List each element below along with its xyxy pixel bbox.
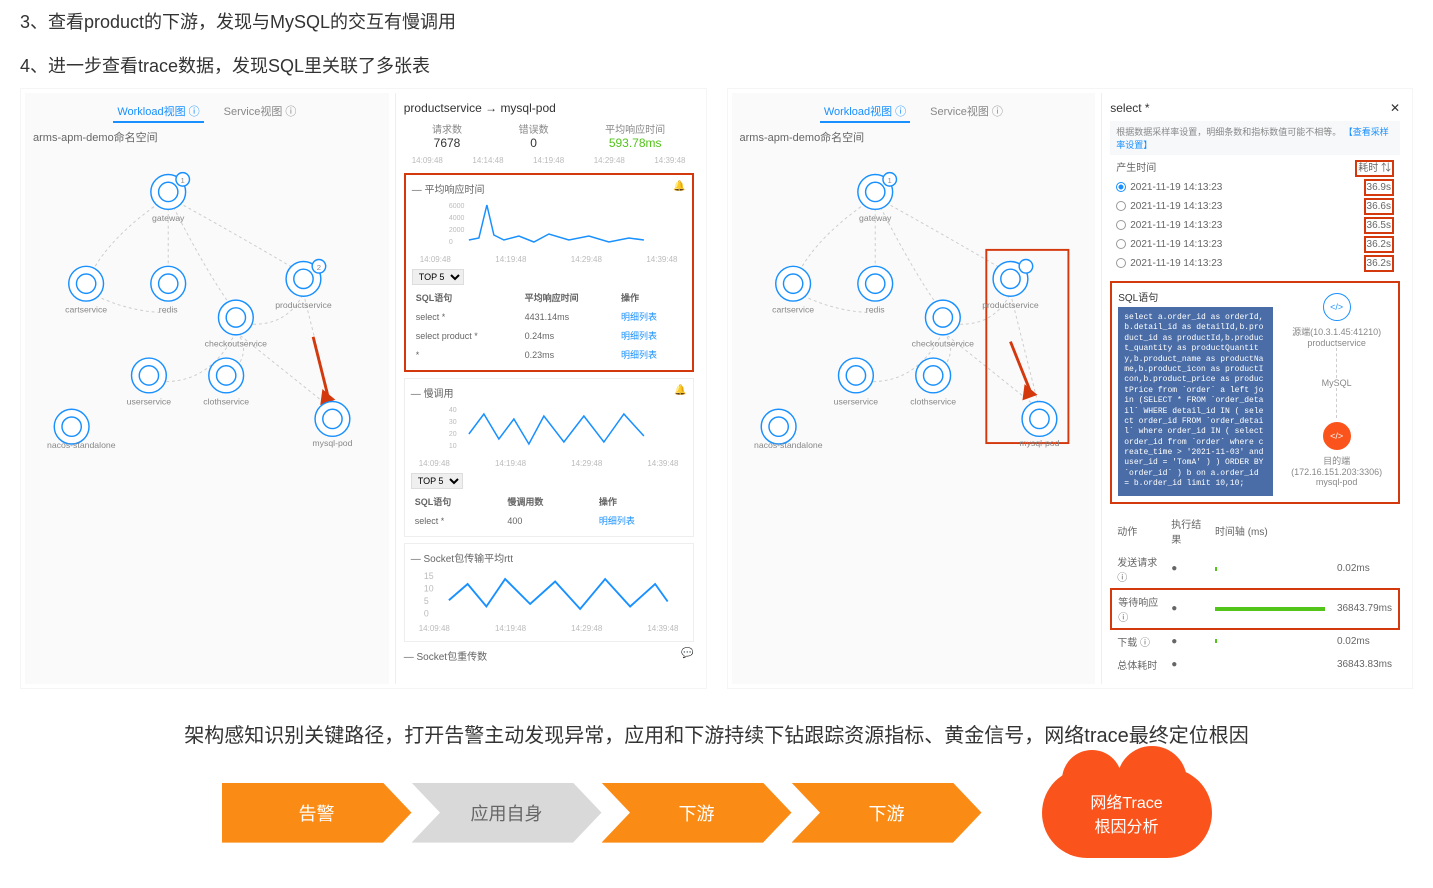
topology-panel-2: Workload视图 ⓘ Service视图 ⓘ arms-apm-demo命名… (732, 93, 1096, 684)
dashboard-4: Workload视图 ⓘ Service视图 ⓘ arms-apm-demo命名… (727, 88, 1414, 689)
sql-block: SQL语句 select a.order_id as orderId,b.det… (1110, 281, 1400, 504)
trace-title: select * (1110, 101, 1149, 115)
slow-section: — 慢调用🔔 40302010 14:09:4814:19:4814:29:48… (404, 378, 694, 537)
svg-text:mysql-pod: mysql-pod (1019, 438, 1059, 448)
trace-panel: select * ✕ 根据数据采样率设置，明细条数和指标数值可能不相等。 【查看采… (1101, 93, 1408, 684)
title-4: 4、进一步查看trace数据，发现SQL里关联了多张表 (20, 52, 708, 78)
sql-code: select a.order_id as orderId,b.detail_id… (1118, 307, 1273, 496)
svg-text:userservice: userservice (833, 396, 878, 406)
tab-workload-2[interactable]: Workload视图 ⓘ (820, 101, 910, 123)
svg-text:cartservice: cartservice (65, 305, 107, 315)
svg-text:checkoutservice: checkoutservice (205, 338, 267, 348)
svg-text:gateway: gateway (859, 213, 892, 223)
namespace-label: arms-apm-demo命名空间 (33, 129, 381, 145)
avg-rt-section: — 平均响应时间🔔 6000400020000 14:09:4814:19:48… (404, 173, 694, 372)
trace-diagram: </> 源端(10.3.1.45:41210)productservice My… (1281, 289, 1392, 496)
svg-text:0: 0 (424, 609, 429, 619)
svg-text:1: 1 (181, 176, 185, 185)
trace-note: 根据数据采样率设置，明细条数和指标数值可能不相等。 【查看采样率设置】 (1110, 121, 1400, 155)
trace-row[interactable]: 2021-11-19 14:13:2336.2s (1110, 254, 1400, 273)
code-icon: </> (1323, 422, 1351, 450)
tab-service-2[interactable]: Service视图 ⓘ (926, 101, 1007, 123)
svg-text:cartservice: cartservice (772, 305, 814, 315)
bell-icon[interactable]: 🔔 (673, 181, 685, 196)
svg-text:4000: 4000 (449, 215, 465, 222)
chevron-downstream-1: 下游 (602, 783, 792, 843)
svg-text:gateway: gateway (152, 213, 185, 223)
svg-text:clothservice: clothservice (910, 396, 956, 406)
flow-chevrons: 告警 应用自身 下游 下游 网络Trace 根因分析 (40, 768, 1393, 858)
svg-text:2: 2 (317, 263, 321, 272)
top5-select[interactable]: TOP 5 (412, 269, 464, 285)
close-icon[interactable]: ✕ (1390, 101, 1400, 115)
svg-text:userservice: userservice (127, 396, 172, 406)
tab-workload[interactable]: Workload视图 ⓘ (113, 101, 203, 123)
detail-link[interactable]: 明细列表 (599, 516, 635, 526)
svg-text:20: 20 (449, 431, 457, 438)
chevron-alert: 告警 (222, 783, 412, 843)
bell-icon[interactable]: 🔔 (674, 385, 686, 400)
svg-text:clothservice: clothservice (203, 396, 249, 406)
svg-text:redis: redis (159, 305, 178, 315)
svg-text:productservice: productservice (982, 300, 1039, 310)
title-3: 3、查看product的下游，发现与MySQL的交互有慢调用 (20, 8, 708, 34)
svg-text:40: 40 (449, 407, 457, 414)
chevron-app: 应用自身 (412, 783, 602, 843)
svg-text:15: 15 (424, 571, 434, 581)
side-panel: productservice → mysql-pod 请求数7678 错误数0 … (395, 93, 702, 684)
svg-text:5: 5 (424, 596, 429, 606)
trace-row[interactable]: 2021-11-19 14:13:2336.2s (1110, 235, 1400, 254)
top5-select-slow[interactable]: TOP 5 (411, 473, 463, 489)
cloud-trace: 网络Trace 根因分析 (1042, 768, 1212, 858)
svg-text:10: 10 (449, 443, 457, 450)
svg-text:productservice: productservice (275, 300, 332, 310)
svg-text:checkoutservice: checkoutservice (911, 338, 973, 348)
svg-text:6000: 6000 (449, 203, 465, 210)
detail-link[interactable]: 明细列表 (621, 350, 657, 360)
dashboard-3: Workload视图 ⓘ Service视图 ⓘ arms-apm-demo命名… (20, 88, 707, 689)
svg-text:10: 10 (424, 584, 434, 594)
svg-text:1: 1 (887, 176, 891, 185)
svg-text:nacos-standalone: nacos-standalone (753, 440, 822, 450)
svg-text:redis: redis (865, 305, 884, 315)
summary-text: 架构感知识别关键路径，打开告警主动发现异常，应用和下游持续下钻跟踪资源指标、黄金… (40, 719, 1393, 748)
svg-text:0: 0 (449, 239, 453, 246)
detail-link[interactable]: 明细列表 (621, 312, 657, 322)
trace-row[interactable]: 2021-11-19 14:13:2336.9s (1110, 178, 1400, 197)
svg-text:2000: 2000 (449, 227, 465, 234)
svg-text:30: 30 (449, 419, 457, 426)
topology-panel: Workload视图 ⓘ Service视图 ⓘ arms-apm-demo命名… (25, 93, 389, 684)
code-icon: </> (1323, 293, 1351, 321)
detail-link[interactable]: 明细列表 (621, 331, 657, 341)
socket-rtt-section: — Socket包传输平均rtt 151050 14:09:4814:19:48… (404, 543, 694, 642)
namespace-label-2: arms-apm-demo命名空间 (740, 129, 1088, 145)
svg-text:mysql-pod: mysql-pod (312, 438, 352, 448)
sp-title: productservice → mysql-pod (404, 101, 694, 115)
tab-service[interactable]: Service视图 ⓘ (220, 101, 301, 123)
chevron-downstream-2: 下游 (792, 783, 982, 843)
chat-icon[interactable]: 💬 (681, 648, 693, 663)
trace-row[interactable]: 2021-11-19 14:13:2336.6s (1110, 197, 1400, 216)
svg-text:nacos-standalone: nacos-standalone (47, 440, 116, 450)
trace-row[interactable]: 2021-11-19 14:13:2336.5s (1110, 216, 1400, 235)
